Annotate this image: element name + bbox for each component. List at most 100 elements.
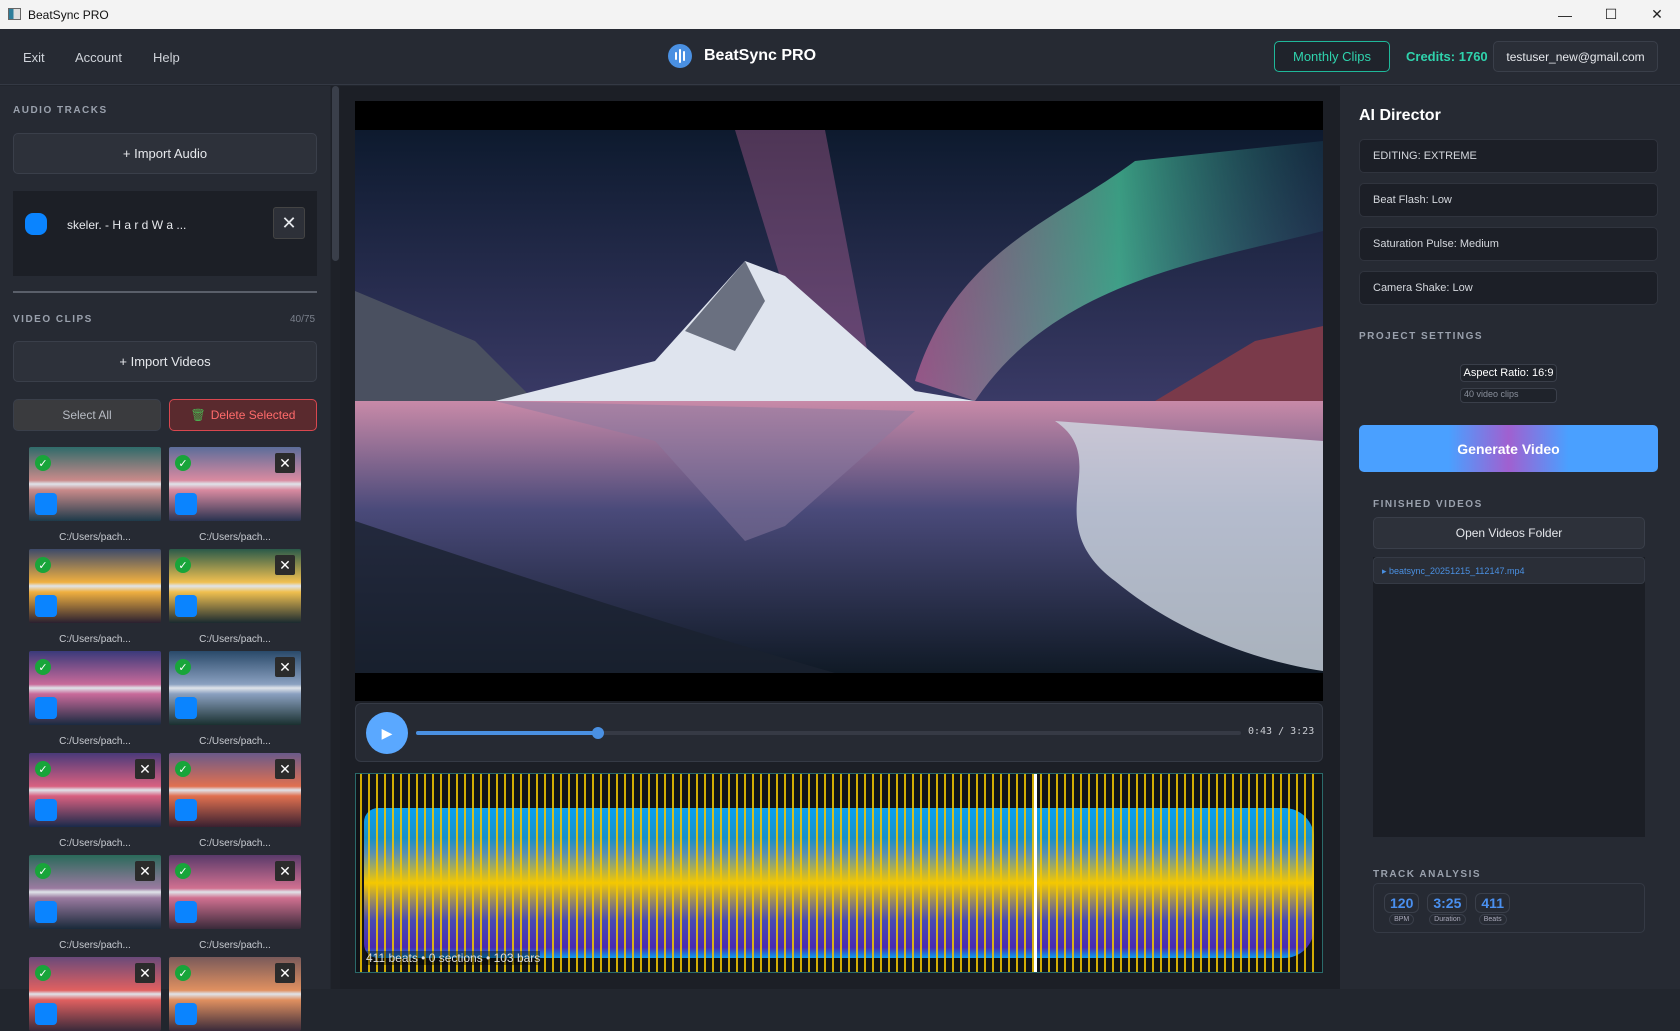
beat-marker bbox=[1024, 774, 1026, 973]
remove-clip-button[interactable]: ✕ bbox=[275, 453, 295, 473]
waveform-summary: 411 beats • 0 sections • 103 bars bbox=[366, 951, 540, 965]
clip-select-checkbox[interactable] bbox=[175, 493, 197, 515]
beat-marker bbox=[1008, 774, 1010, 973]
remove-clip-button[interactable]: ✕ bbox=[135, 861, 155, 881]
remove-clip-button[interactable]: ✕ bbox=[135, 963, 155, 983]
beats-value: 411 bbox=[1475, 893, 1510, 913]
beat-marker bbox=[840, 774, 842, 973]
ai-setting-editing[interactable]: EDITING: EXTREME bbox=[1359, 139, 1658, 173]
delete-selected-button[interactable]: 🗑Delete Selected bbox=[169, 399, 317, 431]
import-audio-button[interactable]: + Import Audio bbox=[13, 133, 317, 174]
beat-marker bbox=[976, 774, 978, 973]
minimize-button[interactable]: — bbox=[1542, 0, 1588, 29]
beat-marker bbox=[648, 774, 650, 973]
clip-select-checkbox[interactable] bbox=[35, 697, 57, 719]
video-clips-heading: VIDEO CLIPS bbox=[13, 314, 93, 325]
beat-marker bbox=[400, 774, 402, 973]
beat-marker bbox=[552, 774, 554, 973]
ai-setting-camera-shake[interactable]: Camera Shake: Low bbox=[1359, 271, 1658, 305]
waveform-view[interactable]: 411 beats • 0 sections • 103 bars bbox=[355, 773, 1323, 973]
clip-select-checkbox[interactable] bbox=[35, 901, 57, 923]
seek-handle[interactable] bbox=[592, 727, 604, 739]
remove-clip-button[interactable]: ✕ bbox=[275, 657, 295, 677]
finished-videos-heading: FINISHED VIDEOS bbox=[1373, 499, 1483, 510]
maximize-button[interactable]: ☐ bbox=[1588, 0, 1634, 29]
beat-marker bbox=[1168, 774, 1170, 973]
remove-audio-button[interactable]: ✕ bbox=[273, 207, 305, 239]
open-videos-folder-button[interactable]: Open Videos Folder bbox=[1373, 517, 1645, 549]
beat-marker bbox=[736, 774, 738, 973]
left-scrollbar[interactable] bbox=[331, 86, 340, 989]
beat-marker bbox=[696, 774, 698, 973]
playhead[interactable] bbox=[1034, 774, 1037, 973]
generate-video-button[interactable]: Generate Video bbox=[1359, 425, 1658, 472]
clip-thumbnail[interactable]: ✓✕ bbox=[169, 651, 301, 725]
finished-video-item[interactable]: ▸ beatsync_20251215_112147.mp4 bbox=[1373, 557, 1645, 584]
seek-progress bbox=[416, 731, 598, 735]
remove-clip-button[interactable]: ✕ bbox=[135, 759, 155, 779]
clip-select-checkbox[interactable] bbox=[35, 595, 57, 617]
menu-help[interactable]: Help bbox=[153, 50, 180, 65]
beat-marker bbox=[504, 774, 506, 973]
clip-thumbnail[interactable]: ✓✕ bbox=[29, 753, 161, 827]
beat-marker bbox=[1056, 774, 1058, 973]
remove-clip-button[interactable]: ✕ bbox=[275, 759, 295, 779]
ai-setting-beat-flash[interactable]: Beat Flash: Low bbox=[1359, 183, 1658, 217]
beat-marker bbox=[1232, 774, 1234, 973]
beat-marker bbox=[952, 774, 954, 973]
remove-clip-button[interactable]: ✕ bbox=[275, 963, 295, 983]
beat-marker bbox=[560, 774, 562, 973]
clip-label: C:/Users/pach... bbox=[29, 634, 161, 645]
beat-marker bbox=[1240, 774, 1242, 973]
clip-select-checkbox[interactable] bbox=[175, 595, 197, 617]
clip-thumbnail[interactable]: ✓✕ bbox=[169, 549, 301, 623]
clip-select-checkbox[interactable] bbox=[35, 493, 57, 515]
clip-select-checkbox[interactable] bbox=[35, 799, 57, 821]
clip-select-checkbox[interactable] bbox=[35, 1003, 57, 1025]
beat-marker bbox=[664, 774, 666, 973]
audio-track-item[interactable]: skeler. - H a r d W a ... ✕ bbox=[13, 191, 317, 276]
beat-marker bbox=[384, 774, 386, 973]
beat-marker bbox=[640, 774, 642, 973]
clip-thumbnail[interactable]: ✓✕ bbox=[29, 855, 161, 929]
menu-account[interactable]: Account bbox=[75, 50, 122, 65]
audio-tracks-heading: AUDIO TRACKS bbox=[13, 105, 108, 116]
account-email-button[interactable]: testuser_new@gmail.com bbox=[1493, 41, 1658, 72]
clip-thumbnail[interactable]: ✓✕ bbox=[169, 753, 301, 827]
ai-setting-saturation[interactable]: Saturation Pulse: Medium bbox=[1359, 227, 1658, 261]
clip-select-checkbox[interactable] bbox=[175, 1003, 197, 1025]
scrollbar-thumb[interactable] bbox=[332, 86, 339, 261]
clip-thumbnail[interactable]: ✓ bbox=[29, 447, 161, 521]
beat-marker bbox=[472, 774, 474, 973]
clip-label: C:/Users/pach... bbox=[29, 940, 161, 951]
clip-select-checkbox[interactable] bbox=[175, 901, 197, 923]
beat-marker bbox=[544, 774, 546, 973]
seek-slider[interactable] bbox=[416, 731, 1241, 735]
clip-select-checkbox[interactable] bbox=[175, 697, 197, 719]
video-preview[interactable] bbox=[355, 101, 1323, 701]
clip-thumbnail[interactable]: ✓✕ bbox=[169, 447, 301, 521]
beat-marker bbox=[528, 774, 530, 973]
beat-marker bbox=[1000, 774, 1002, 973]
clip-thumbnail[interactable]: ✓✕ bbox=[169, 957, 301, 1031]
clip-thumbnail[interactable]: ✓ bbox=[29, 549, 161, 623]
remove-clip-button[interactable]: ✕ bbox=[275, 555, 295, 575]
menu-exit[interactable]: Exit bbox=[23, 50, 45, 65]
beat-marker bbox=[416, 774, 418, 973]
monthly-clips-button[interactable]: Monthly Clips bbox=[1274, 41, 1390, 72]
play-button[interactable]: ▶ bbox=[366, 712, 408, 754]
remove-clip-button[interactable]: ✕ bbox=[275, 861, 295, 881]
select-all-button[interactable]: Select All bbox=[13, 399, 161, 431]
clip-select-checkbox[interactable] bbox=[175, 799, 197, 821]
aspect-ratio-selector[interactable]: Aspect Ratio: 16:9 bbox=[1460, 364, 1557, 382]
audio-color-icon bbox=[25, 213, 47, 235]
clip-thumbnail[interactable]: ✓ bbox=[29, 651, 161, 725]
beat-marker bbox=[1296, 774, 1298, 973]
import-videos-button[interactable]: + Import Videos bbox=[13, 341, 317, 382]
clip-thumbnail[interactable]: ✓✕ bbox=[169, 855, 301, 929]
beat-marker bbox=[424, 774, 426, 973]
clip-thumbnail[interactable]: ✓✕ bbox=[29, 957, 161, 1031]
close-window-button[interactable]: ✕ bbox=[1634, 0, 1680, 29]
beat-marker bbox=[1080, 774, 1082, 973]
beat-marker bbox=[800, 774, 802, 973]
